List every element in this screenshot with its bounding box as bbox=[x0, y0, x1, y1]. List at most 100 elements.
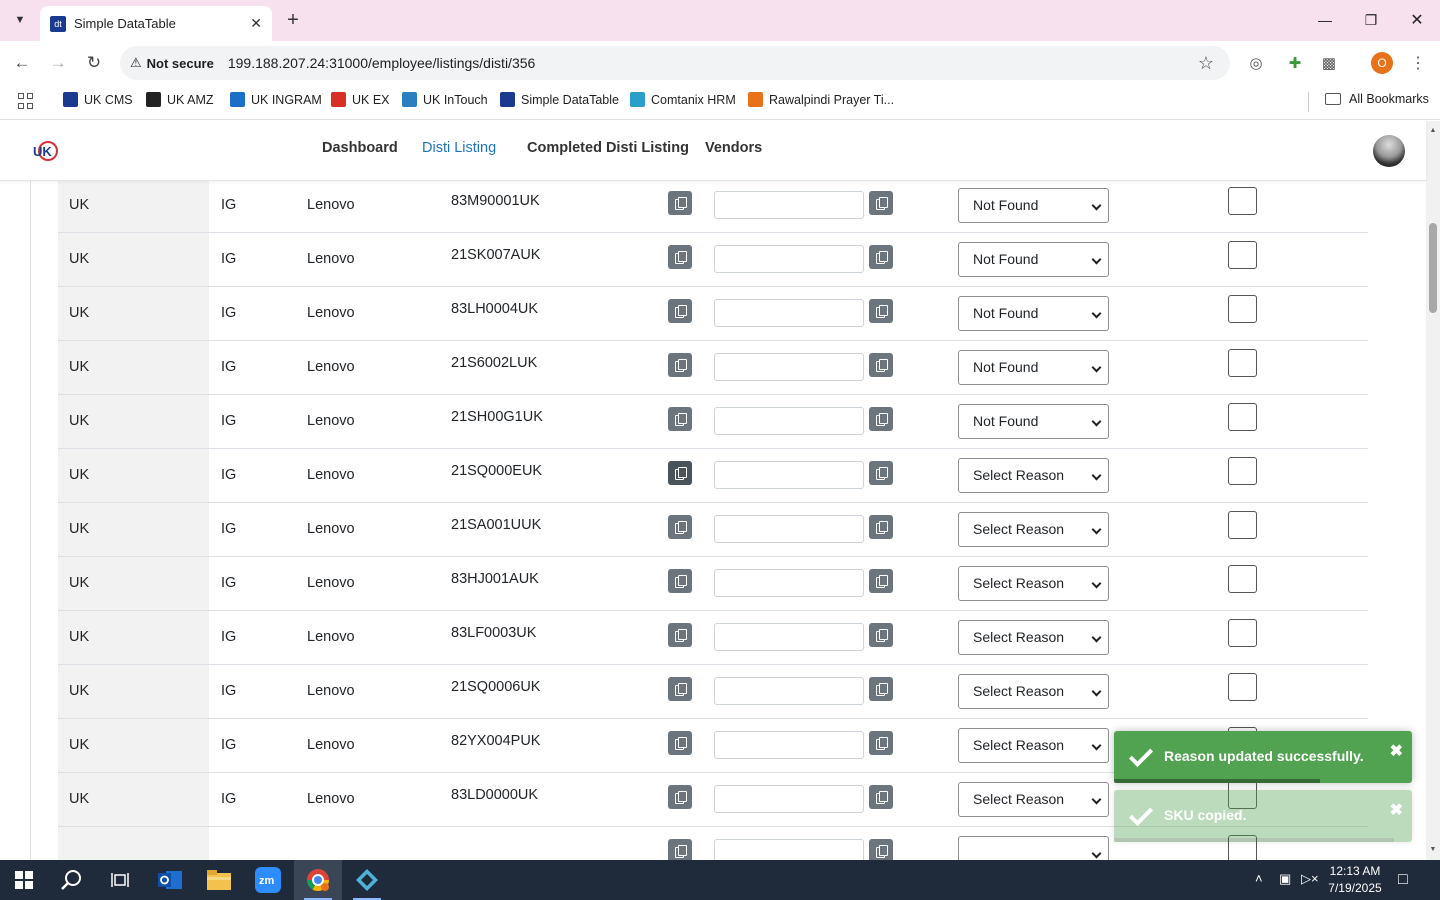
copy-sku-button[interactable] bbox=[668, 515, 692, 539]
tray-overflow-chevron-icon[interactable]: ˄ bbox=[1255, 871, 1263, 886]
copy-sku-button[interactable] bbox=[668, 839, 692, 860]
reason-select[interactable]: Select Reason bbox=[958, 620, 1109, 655]
link-input[interactable] bbox=[714, 623, 864, 651]
security-chip[interactable]: ⚠ Not secure bbox=[130, 55, 214, 71]
back-arrow-icon[interactable]: ← bbox=[9, 50, 35, 76]
link-input[interactable] bbox=[714, 677, 864, 705]
notifications-icon[interactable]: □ bbox=[1398, 871, 1408, 889]
row-checkbox[interactable] bbox=[1228, 619, 1257, 647]
link-input[interactable] bbox=[714, 407, 864, 435]
restore-window-icon[interactable]: ❐ bbox=[1356, 8, 1386, 32]
copy-sku-button[interactable] bbox=[668, 245, 692, 269]
bookmark-uk-ingram[interactable]: UK INGRAM bbox=[230, 92, 322, 107]
bookmark-uk-intouch[interactable]: UK InTouch bbox=[402, 92, 488, 107]
profile-avatar[interactable]: O bbox=[1371, 52, 1393, 74]
translate-globe-icon[interactable]: ◎ bbox=[1245, 52, 1267, 74]
copy-link-button[interactable] bbox=[869, 299, 893, 323]
reason-select[interactable]: Select Reason bbox=[958, 728, 1109, 763]
copy-sku-button[interactable] bbox=[668, 569, 692, 593]
network-icon[interactable]: ▣ bbox=[1279, 871, 1291, 887]
windows-start-icon[interactable] bbox=[0, 860, 48, 900]
chrome-icon[interactable] bbox=[294, 860, 342, 900]
bookmark-uk-amz[interactable]: UK AMZ bbox=[146, 92, 214, 107]
nav-completed-disti-listing[interactable]: Completed Disti Listing bbox=[527, 140, 689, 156]
uk-logo-icon[interactable]: UK bbox=[32, 138, 60, 164]
extension-puzzle-green-icon[interactable]: ✚ bbox=[1284, 52, 1306, 74]
copy-sku-button[interactable] bbox=[668, 353, 692, 377]
toast-close-icon[interactable]: ✖ bbox=[1390, 741, 1403, 761]
tab-close-icon[interactable]: ✕ bbox=[250, 15, 262, 32]
copy-link-button[interactable] bbox=[869, 569, 893, 593]
toast-close-icon[interactable]: ✖ bbox=[1390, 800, 1403, 820]
copy-sku-button[interactable] bbox=[668, 407, 692, 431]
link-input[interactable] bbox=[714, 785, 864, 813]
new-tab-plus-icon[interactable]: + bbox=[282, 8, 304, 32]
reason-select[interactable]: Select Reason bbox=[958, 512, 1109, 547]
row-checkbox[interactable] bbox=[1228, 349, 1257, 377]
row-checkbox[interactable] bbox=[1228, 295, 1257, 323]
copy-sku-button[interactable] bbox=[668, 785, 692, 809]
link-input[interactable] bbox=[714, 515, 864, 543]
bookmark-star-icon[interactable]: ☆ bbox=[1198, 53, 1214, 74]
nav-vendors[interactable]: Vendors bbox=[705, 140, 762, 156]
scroll-down-arrow-icon[interactable]: ▼ bbox=[1429, 846, 1437, 854]
bookmark-uk-cms[interactable]: UK CMS bbox=[63, 92, 133, 107]
nav-dashboard[interactable]: Dashboard bbox=[322, 140, 398, 156]
copy-link-button[interactable] bbox=[869, 731, 893, 755]
copy-link-button[interactable] bbox=[869, 191, 893, 215]
scroll-up-arrow-icon[interactable]: ▲ bbox=[1429, 127, 1437, 135]
link-input[interactable] bbox=[714, 839, 864, 860]
user-avatar[interactable] bbox=[1373, 135, 1405, 167]
copy-sku-button[interactable] bbox=[668, 299, 692, 323]
nav-disti-listing[interactable]: Disti Listing bbox=[422, 140, 496, 156]
row-checkbox[interactable] bbox=[1228, 457, 1257, 485]
link-input[interactable] bbox=[714, 245, 864, 273]
copy-sku-button[interactable] bbox=[668, 731, 692, 755]
reason-select[interactable] bbox=[958, 836, 1109, 860]
row-checkbox[interactable] bbox=[1228, 511, 1257, 539]
copy-link-button[interactable] bbox=[869, 245, 893, 269]
minimize-window-icon[interactable]: — bbox=[1310, 8, 1340, 32]
link-input[interactable] bbox=[714, 191, 864, 219]
link-input[interactable] bbox=[714, 299, 864, 327]
bookmark-simple-datatable[interactable]: Simple DataTable bbox=[500, 92, 619, 107]
copy-link-button[interactable] bbox=[869, 461, 893, 485]
link-input[interactable] bbox=[714, 731, 864, 759]
reason-select[interactable]: Not Found bbox=[958, 350, 1109, 385]
reason-select[interactable]: Select Reason bbox=[958, 674, 1109, 709]
copy-link-button[interactable] bbox=[869, 407, 893, 431]
system-clock[interactable]: 12:13 AM 7/19/2025 bbox=[1322, 863, 1388, 897]
zoom-icon[interactable]: zm bbox=[244, 860, 292, 900]
volume-muted-icon[interactable]: ▷× bbox=[1301, 871, 1319, 887]
bookmark-rawalpindi-prayer[interactable]: Rawalpindi Prayer Ti... bbox=[748, 92, 894, 107]
reason-select[interactable]: Not Found bbox=[958, 404, 1109, 439]
copy-link-button[interactable] bbox=[869, 839, 893, 860]
reason-select[interactable]: Select Reason bbox=[958, 458, 1109, 493]
row-checkbox[interactable] bbox=[1228, 565, 1257, 593]
copy-sku-button[interactable] bbox=[668, 677, 692, 701]
all-bookmarks-button[interactable]: All Bookmarks bbox=[1325, 92, 1429, 106]
reason-select[interactable]: Not Found bbox=[958, 296, 1109, 331]
link-input[interactable] bbox=[714, 569, 864, 597]
browser-tab-active[interactable]: dt Simple DataTable ✕ bbox=[40, 6, 272, 41]
reason-select[interactable]: Select Reason bbox=[958, 566, 1109, 601]
copy-sku-button[interactable] bbox=[668, 461, 692, 485]
copy-link-button[interactable] bbox=[869, 677, 893, 701]
copy-link-button[interactable] bbox=[869, 785, 893, 809]
row-checkbox[interactable] bbox=[1228, 673, 1257, 701]
link-input[interactable] bbox=[714, 353, 864, 381]
close-window-icon[interactable]: ✕ bbox=[1402, 8, 1432, 32]
extensions-icon[interactable]: ▩ bbox=[1318, 52, 1340, 74]
file-explorer-icon[interactable] bbox=[195, 860, 243, 900]
copy-link-button[interactable] bbox=[869, 353, 893, 377]
url-text[interactable]: 199.188.207.24:31000/employee/listings/d… bbox=[228, 55, 535, 71]
apps-grid-icon[interactable] bbox=[18, 93, 34, 109]
copy-link-button[interactable] bbox=[869, 515, 893, 539]
reason-select[interactable]: Select Reason bbox=[958, 782, 1109, 817]
app-diamond-icon[interactable] bbox=[343, 860, 391, 900]
bookmark-comtanix-hrm[interactable]: Comtanix HRM bbox=[630, 92, 736, 107]
row-checkbox[interactable] bbox=[1228, 187, 1257, 215]
row-checkbox[interactable] bbox=[1228, 241, 1257, 269]
address-bar[interactable]: ⚠ Not secure 199.188.207.24:31000/employ… bbox=[120, 46, 1230, 80]
page-scrollbar[interactable]: ▲ ▼ bbox=[1426, 121, 1440, 860]
